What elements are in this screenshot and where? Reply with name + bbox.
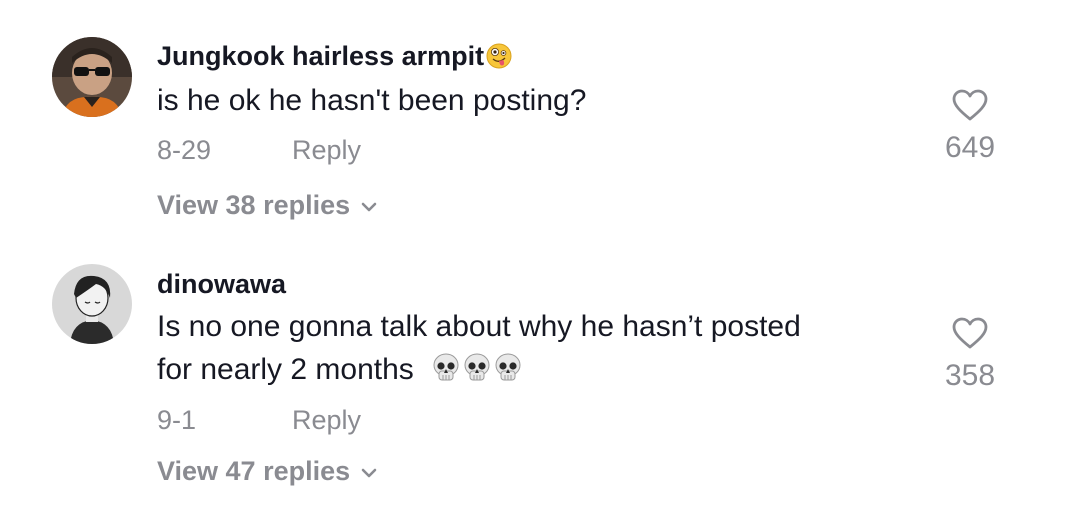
- skull-emoji-icon: [433, 353, 459, 381]
- avatar-drawing-icon: [52, 264, 132, 344]
- skull-emoji-icon: [464, 353, 490, 381]
- user-avatar[interactable]: [52, 264, 132, 344]
- comment-text-line-2: for nearly 2 months: [157, 348, 801, 391]
- comment-date: 9-1: [157, 405, 197, 435]
- comment-username[interactable]: dinowawa: [157, 269, 286, 300]
- like-heart-icon[interactable]: [951, 316, 989, 350]
- chevron-down-icon: [361, 468, 377, 478]
- reply-button[interactable]: Reply: [292, 405, 361, 436]
- username-text: dinowawa: [157, 269, 287, 299]
- like-count: 358: [944, 359, 996, 392]
- comment-item: dinowawa Is no one gonna talk about why …: [0, 0, 1066, 510]
- comment-text-line: for nearly 2 months: [157, 353, 414, 386]
- comment-text-line: Is no one gonna talk about why he hasn’t…: [157, 310, 801, 343]
- view-replies-button[interactable]: View 47 replies: [157, 456, 378, 487]
- skull-emoji-icon: [495, 353, 521, 381]
- comment-text: Is no one gonna talk about why he hasn’t…: [157, 305, 801, 391]
- view-replies-label: View 47 replies: [157, 456, 351, 486]
